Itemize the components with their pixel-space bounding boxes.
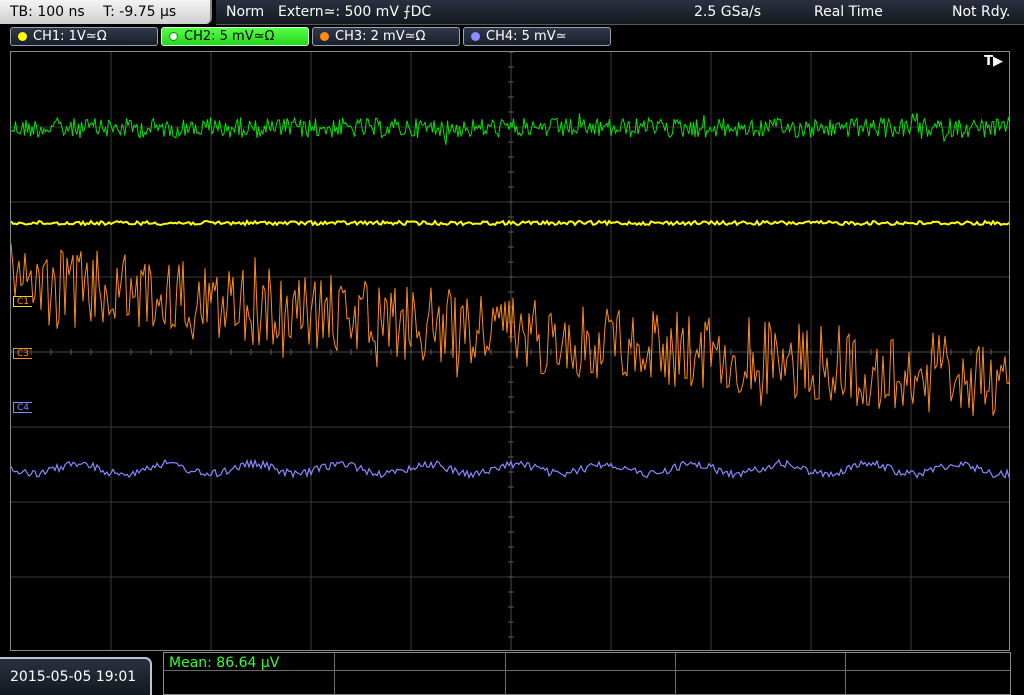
ch4-color-icon <box>471 32 480 41</box>
channel-tab-label: CH1: 1V≃Ω <box>33 29 107 44</box>
measurement-cell[interactable] <box>676 671 846 695</box>
measurement-cell[interactable]: Mean: 86.64 µV <box>164 653 335 671</box>
measurement-table[interactable]: Mean: 86.64 µV <box>163 652 1011 695</box>
channel-tab-ch1[interactable]: CH1: 1V≃Ω <box>10 27 158 46</box>
bottom-bar: 2015-05-05 19:01 Mean: 86.64 µV <box>0 652 1024 695</box>
date-time: 2015-05-05 19:01 <box>10 669 137 685</box>
measurement-cell[interactable] <box>846 653 1010 671</box>
ch2-color-icon <box>169 32 178 41</box>
timebase-box[interactable]: TB: 100 ns T: -9.75 µs <box>0 0 212 24</box>
channel-tabs: CH1: 1V≃Ω CH2: 5 mV≃Ω CH3: 2 mV≃Ω CH4: 5… <box>0 27 1024 47</box>
channel-tab-ch2[interactable]: CH2: 5 mV≃Ω <box>161 27 309 46</box>
trigger-bar[interactable]: Norm Extern≃: 500 mV ⨍DC 2.5 GSa/s Real … <box>216 0 1024 25</box>
graticule <box>11 52 1009 650</box>
waveform-canvas <box>11 52 1009 650</box>
channel-tab-label: CH4: 5 mV≃ <box>486 29 567 44</box>
ch1-trace <box>11 219 1009 227</box>
measurement-cell[interactable] <box>335 671 506 695</box>
measurement-cell[interactable] <box>506 671 676 695</box>
channel-tab-label: CH3: 2 mV≃Ω <box>335 29 426 44</box>
status-bar: TB: 100 ns T: -9.75 µs Norm Extern≃: 500… <box>0 0 1024 26</box>
trigger-source: Extern≃: 500 mV ⨍DC <box>278 4 432 20</box>
ch3-color-icon <box>320 32 329 41</box>
measurement-cell[interactable] <box>506 653 676 671</box>
channel-tab-ch3[interactable]: CH3: 2 mV≃Ω <box>312 27 460 46</box>
ch1-color-icon <box>18 32 27 41</box>
acquisition-status: Not Rdy. <box>952 4 1011 20</box>
ch3-marker-label: C3 <box>17 349 30 359</box>
measurement-cell[interactable] <box>676 653 846 671</box>
trigger-time-value: T: -9.75 µs <box>103 4 177 20</box>
measurement-cell[interactable] <box>846 671 1010 695</box>
ch4-offset-marker[interactable]: C4 <box>13 402 33 413</box>
measurement-cell[interactable] <box>164 671 335 695</box>
measurement-cell[interactable] <box>335 653 506 671</box>
channel-tab-ch4[interactable]: CH4: 5 mV≃ <box>463 27 611 46</box>
date-time-box: 2015-05-05 19:01 <box>0 657 152 695</box>
ch1-ch3-offset-marker[interactable]: C1 <box>13 296 33 307</box>
trigger-position-icon: T▶ <box>984 54 1003 69</box>
ch4-marker-label: C4 <box>17 403 30 413</box>
ch1-marker-label: C1 <box>17 297 30 307</box>
timebase-value: TB: 100 ns <box>10 4 85 20</box>
ch3-offset-marker[interactable]: C3 <box>13 348 33 359</box>
acquisition-mode: Real Time <box>814 4 883 20</box>
waveform-display[interactable]: T▶ C1 C3 C4 <box>10 51 1010 651</box>
trigger-mode: Norm <box>226 4 265 20</box>
sample-rate: 2.5 GSa/s <box>694 4 762 20</box>
mean-measurement: Mean: 86.64 µV <box>169 655 280 671</box>
channel-tab-label: CH2: 5 mV≃Ω <box>184 29 275 44</box>
